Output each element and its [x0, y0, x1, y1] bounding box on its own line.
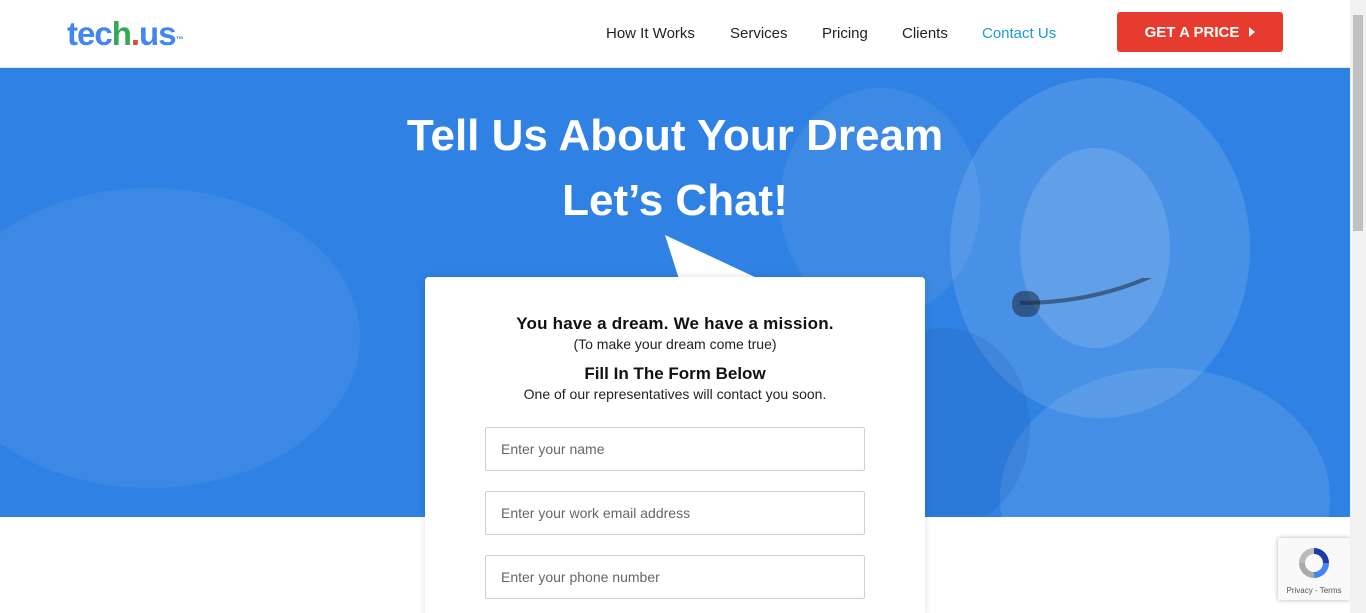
logo[interactable]: tech.us™ — [67, 14, 184, 54]
hero-title-line2: Let’s Chat! — [562, 176, 788, 225]
headset-mic-icon — [1012, 278, 1153, 317]
recaptcha-links[interactable]: Privacy - Terms — [1278, 586, 1350, 595]
page: tech.us™ How It Works Services Pricing C… — [0, 0, 1366, 613]
recaptcha-badge[interactable]: Privacy - Terms — [1278, 538, 1350, 600]
logo-part-tec: tec — [67, 15, 113, 52]
hero-title-line1: Tell Us About Your Dream — [406, 111, 944, 160]
logo-part-us: us — [139, 15, 177, 52]
nav-pricing[interactable]: Pricing — [822, 24, 868, 44]
caret-right-icon — [1249, 27, 1256, 37]
nav-contact-us[interactable]: Contact Us — [982, 24, 1056, 44]
email-input[interactable] — [485, 491, 865, 535]
phone-input[interactable] — [485, 555, 865, 599]
nav-how-it-works[interactable]: How It Works — [606, 24, 695, 44]
site-header: tech.us™ How It Works Services Pricing C… — [0, 0, 1350, 68]
page-scrollbar[interactable] — [1350, 0, 1366, 613]
get-a-price-button[interactable]: GET A PRICE — [1117, 12, 1283, 52]
logo-part-h: h — [111, 15, 132, 52]
nav-services[interactable]: Services — [730, 24, 788, 44]
form-heading-fill: Fill In The Form Below — [584, 364, 766, 383]
logo-part-dot: . — [130, 15, 140, 52]
scrollbar-thumb[interactable] — [1353, 15, 1363, 231]
form-subheading-contact: One of our representatives will contact … — [523, 386, 827, 402]
contact-form-card: You have a dream. We have a mission. (To… — [425, 277, 925, 613]
logo-trademark: ™ — [175, 35, 184, 44]
form-subheading: (To make your dream come true) — [573, 336, 777, 352]
form-heading: You have a dream. We have a mission. — [516, 314, 834, 333]
recaptcha-icon — [1299, 548, 1329, 578]
name-input[interactable] — [485, 427, 865, 471]
speech-bubble-tail — [665, 235, 759, 279]
hero-background-shape — [0, 188, 360, 488]
get-a-price-label: GET A PRICE — [1144, 23, 1240, 41]
nav-clients[interactable]: Clients — [902, 24, 948, 44]
